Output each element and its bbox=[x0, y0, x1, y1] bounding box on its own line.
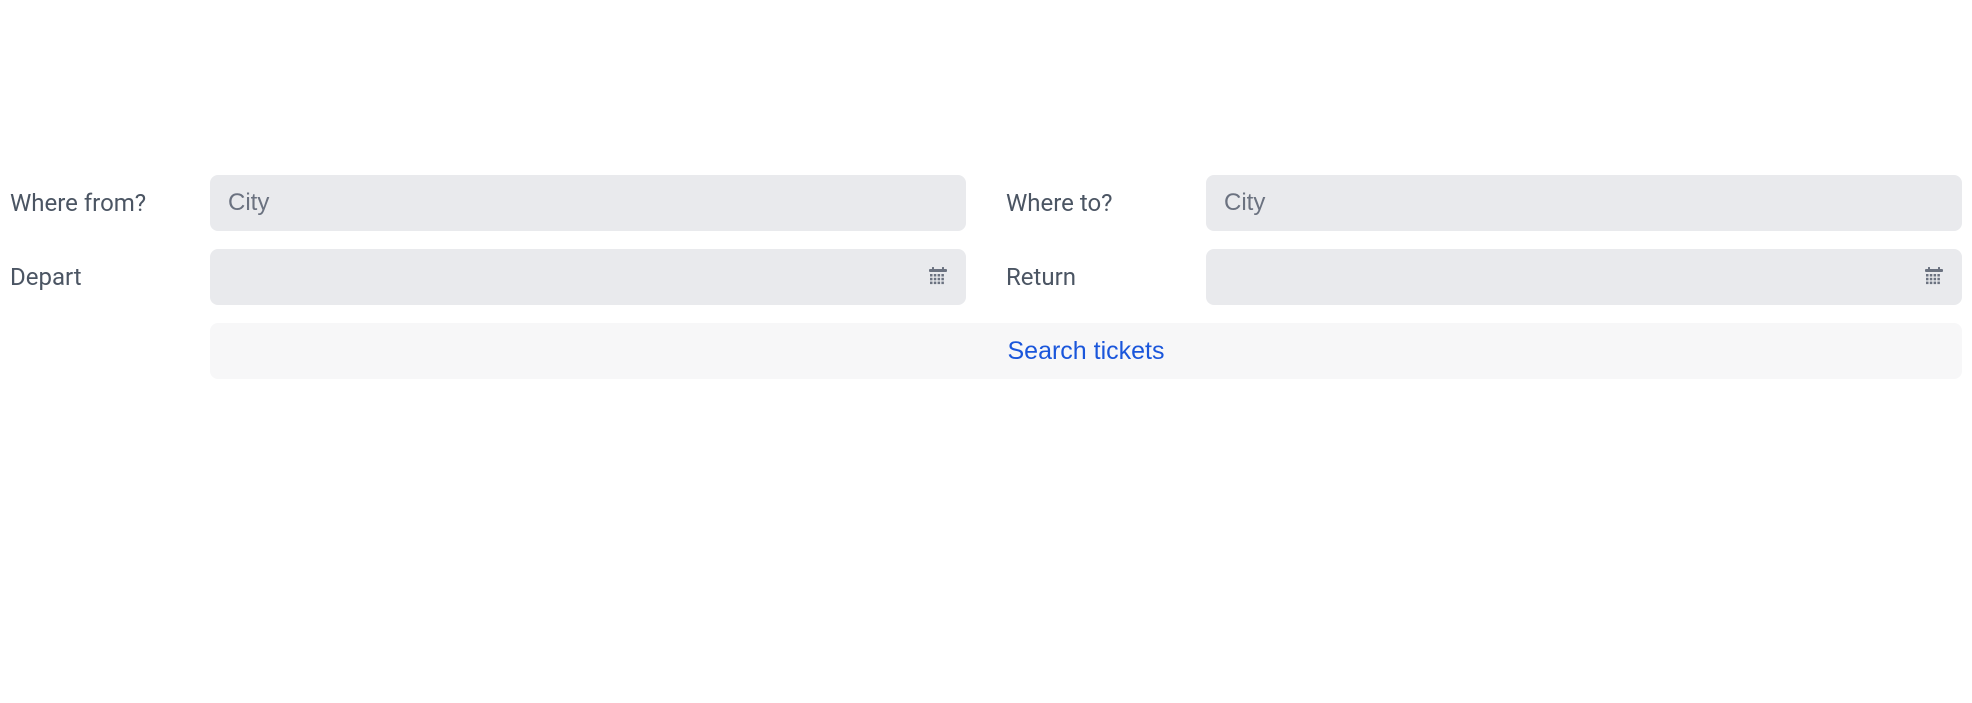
depart-group: Depart bbox=[10, 249, 966, 305]
ticket-search-form: Where from? Where to? Depart bbox=[10, 175, 1962, 379]
depart-label: Depart bbox=[10, 263, 210, 291]
from-input-wrapper bbox=[210, 175, 966, 231]
to-input[interactable] bbox=[1206, 175, 1962, 231]
return-input-wrapper bbox=[1206, 249, 1962, 305]
search-tickets-button[interactable]: Search tickets bbox=[210, 323, 1962, 379]
button-row: Search tickets bbox=[10, 323, 1962, 379]
dates-row: Depart bbox=[10, 249, 1962, 305]
return-input[interactable] bbox=[1206, 249, 1962, 305]
from-group: Where from? bbox=[10, 175, 966, 231]
to-label: Where to? bbox=[1006, 189, 1206, 217]
return-label: Return bbox=[1006, 263, 1206, 291]
to-group: Where to? bbox=[1006, 175, 1962, 231]
depart-input[interactable] bbox=[210, 249, 966, 305]
from-input[interactable] bbox=[210, 175, 966, 231]
return-group: Return bbox=[1006, 249, 1962, 305]
depart-input-wrapper bbox=[210, 249, 966, 305]
locations-row: Where from? Where to? bbox=[10, 175, 1962, 231]
button-spacer bbox=[10, 323, 210, 379]
from-label: Where from? bbox=[10, 189, 210, 217]
to-input-wrapper bbox=[1206, 175, 1962, 231]
